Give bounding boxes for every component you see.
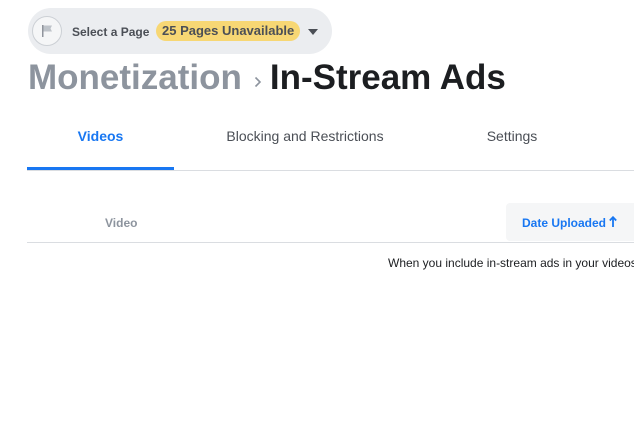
- tab-label: Blocking and Restrictions: [226, 128, 384, 144]
- tab-bar: Videos Blocking and Restrictions Setting…: [27, 110, 634, 171]
- tab-label: Videos: [77, 128, 124, 144]
- column-header-label: Date Uploaded: [522, 216, 607, 230]
- empty-state-message: When you include in-stream ads in your v…: [388, 256, 634, 270]
- page-avatar: [32, 16, 62, 46]
- table-header: Video Date Uploaded: [27, 203, 634, 243]
- sort-ascending-icon: [609, 216, 617, 227]
- breadcrumb: Monetization In-Stream Ads: [28, 58, 506, 98]
- tab-videos[interactable]: Videos: [27, 110, 174, 170]
- column-header-video[interactable]: Video: [105, 216, 137, 230]
- tab-blocking-and-restrictions[interactable]: Blocking and Restrictions: [205, 110, 405, 170]
- tab-label: Settings: [486, 128, 538, 144]
- breadcrumb-parent[interactable]: Monetization: [28, 58, 242, 97]
- select-page-label: Select a Page: [72, 25, 150, 39]
- flag-icon: [42, 25, 52, 37]
- tab-settings[interactable]: Settings: [462, 110, 562, 170]
- active-tab-indicator: [27, 167, 174, 170]
- page-selector[interactable]: Select a Page 25 Pages Unavailable: [28, 8, 332, 54]
- chevron-right-icon: [254, 57, 262, 97]
- column-header-date-uploaded[interactable]: Date Uploaded: [506, 203, 634, 241]
- page-title: In-Stream Ads: [269, 58, 506, 97]
- chevron-down-icon[interactable]: [308, 29, 318, 35]
- in-stream-ads-page: Select a Page 25 Pages Unavailable Monet…: [0, 0, 634, 431]
- unavailable-pages-badge: 25 Pages Unavailable: [156, 21, 301, 41]
